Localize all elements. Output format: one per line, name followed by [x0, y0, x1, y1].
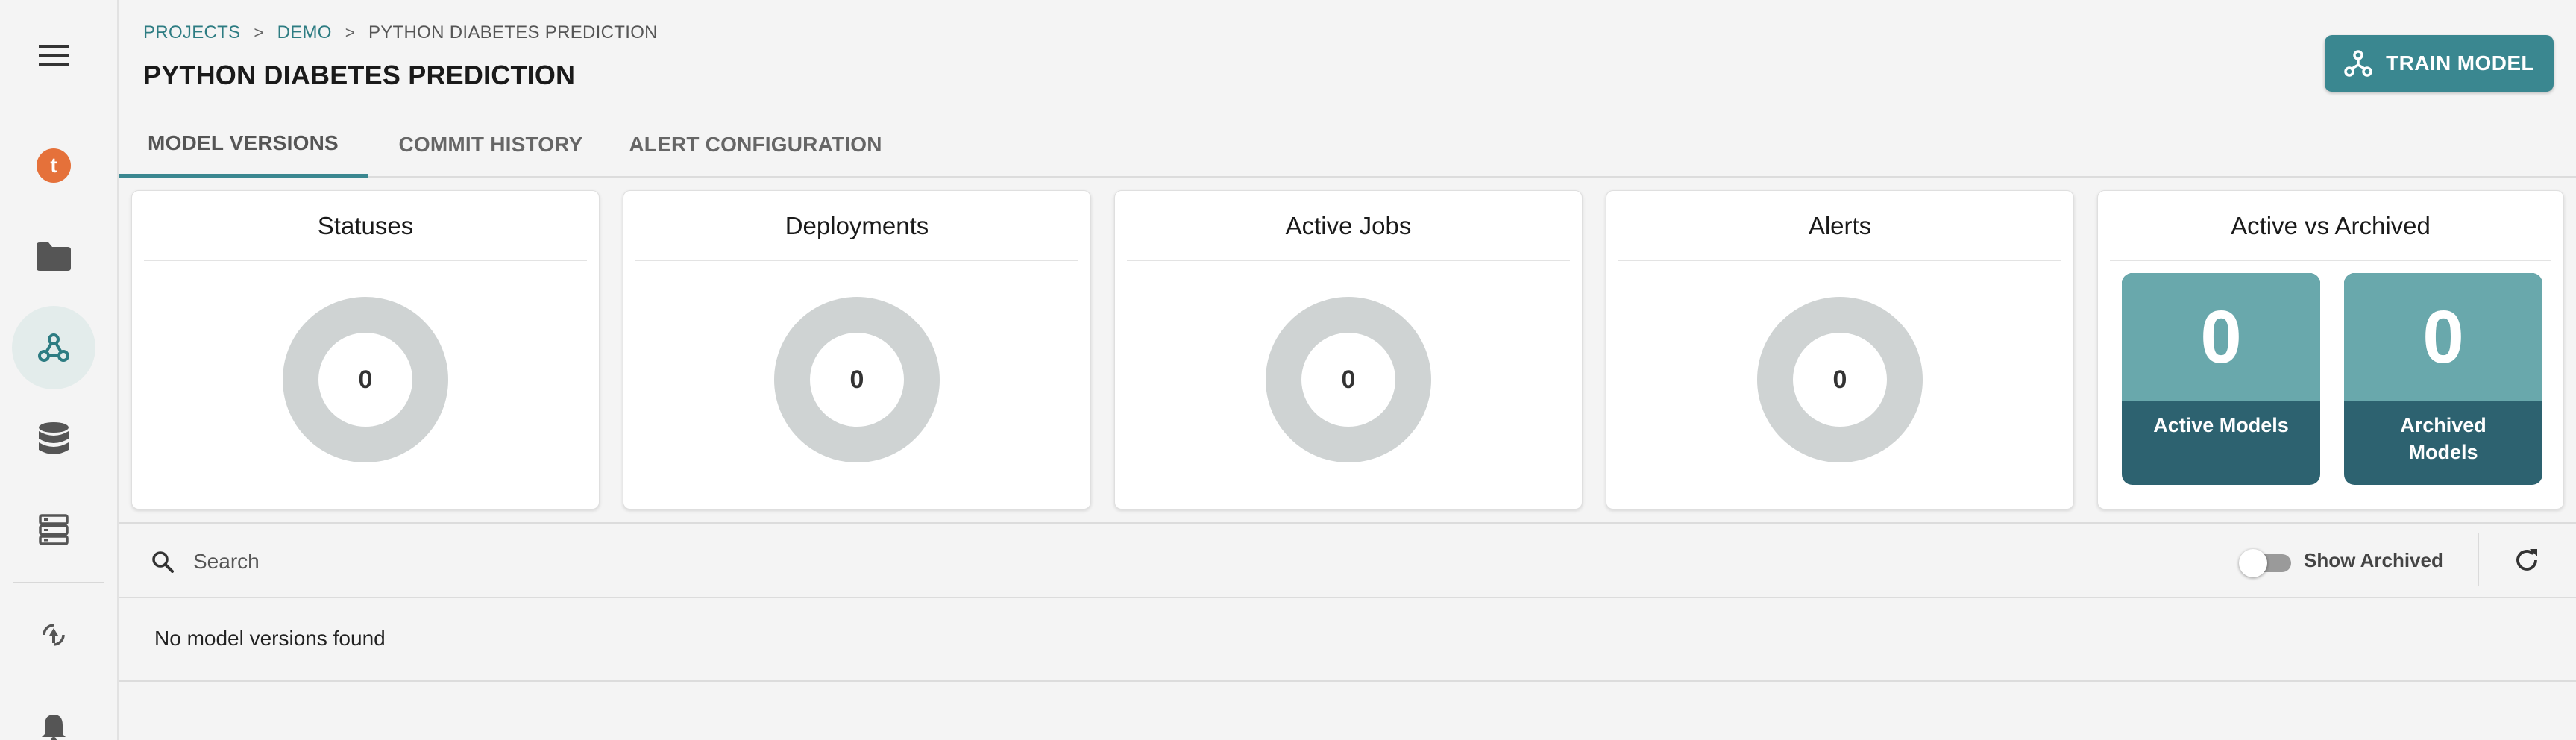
sidebar-item-data[interactable]: [12, 397, 95, 480]
model-graph-icon: [2344, 50, 2372, 77]
svg-text:t: t: [50, 154, 57, 177]
breadcrumb-current: PYTHON DIABETES PREDICTION: [368, 22, 658, 43]
breadcrumb-projects[interactable]: PROJECTS: [143, 22, 240, 43]
active-models-tile: 0 Active Models: [2122, 273, 2320, 485]
card-divider: [1127, 260, 1570, 261]
sidebar-item-alerts[interactable]: [12, 686, 95, 740]
donut-chart: 0: [283, 297, 448, 462]
tab-alert-configuration[interactable]: ALERT CONFIGURATION: [614, 112, 897, 178]
menu-button[interactable]: [12, 13, 95, 97]
app-root: t PROJECTS > DEMO > PYTHON DIABETES PRED…: [0, 0, 2576, 740]
sidebar: t: [0, 0, 119, 740]
bell-icon: [42, 715, 66, 740]
model-versions-list: Show Archived No model versions found: [119, 522, 2576, 740]
search-icon: [152, 551, 174, 573]
toggle-thumb: [2239, 549, 2267, 577]
breadcrumb-separator: >: [345, 23, 355, 42]
models-icon: [38, 333, 69, 362]
card-alerts: Alerts 0: [1606, 190, 2074, 509]
train-model-label: TRAIN MODEL: [2386, 51, 2534, 75]
toolbar: Show Archived: [119, 524, 2576, 598]
card-divider: [635, 260, 1078, 261]
active-models-label: Active Models: [2153, 414, 2289, 436]
sidebar-divider: [13, 582, 104, 583]
archived-models-label: Archived Models: [2400, 414, 2487, 463]
active-models-count: 0: [2122, 273, 2320, 401]
donut-chart: 0: [1757, 297, 1923, 462]
train-model-button[interactable]: TRAIN MODEL: [2325, 35, 2554, 92]
card-divider: [144, 260, 587, 261]
donut-chart: 0: [1266, 297, 1431, 462]
card-active-vs-archived: Active vs Archived 0 Active Models 0 Arc…: [2097, 190, 2564, 509]
server-icon: [39, 514, 69, 545]
sidebar-item-deployments[interactable]: [12, 593, 95, 677]
card-title: Alerts: [1808, 212, 1872, 239]
breadcrumb: PROJECTS > DEMO > PYTHON DIABETES PREDIC…: [143, 22, 658, 43]
breadcrumb-separator: >: [254, 23, 264, 42]
brand-logo-icon: t: [37, 148, 71, 183]
sidebar-item-home[interactable]: t: [12, 124, 95, 207]
folder-icon: [37, 242, 71, 271]
tab-commit-history[interactable]: COMMIT HISTORY: [368, 112, 614, 178]
card-title: Active Jobs: [1285, 212, 1412, 239]
deploy-icon: [43, 624, 65, 646]
sidebar-item-models[interactable]: [12, 306, 95, 389]
refresh-icon[interactable]: [2513, 546, 2541, 574]
card-divider: [1618, 260, 2061, 261]
page-title: PYTHON DIABETES PREDICTION: [143, 60, 576, 90]
card-title: Active vs Archived: [2231, 212, 2431, 239]
show-archived-label: Show Archived: [2304, 549, 2443, 571]
donut-chart: 0: [774, 297, 940, 462]
toolbar-divider: [2478, 533, 2479, 586]
sidebar-item-projects[interactable]: [12, 215, 95, 298]
show-archived-toggle[interactable]: [2239, 548, 2296, 577]
card-statuses: Statuses 0: [131, 190, 600, 509]
breadcrumb-demo[interactable]: DEMO: [277, 22, 332, 43]
search-input[interactable]: [193, 543, 1088, 580]
archived-models-count: 0: [2344, 273, 2542, 401]
database-icon: [39, 422, 69, 454]
menu-icon: [39, 45, 69, 66]
tab-bar: MODEL VERSIONS COMMIT HISTORY ALERT CONF…: [119, 112, 2576, 178]
tab-model-versions[interactable]: MODEL VERSIONS: [119, 112, 368, 178]
card-deployments: Deployments 0: [623, 190, 1091, 509]
list-divider: [119, 680, 2576, 682]
empty-state-message: No model versions found: [154, 627, 386, 650]
sidebar-item-infrastructure[interactable]: [12, 488, 95, 571]
card-active-jobs: Active Jobs 0: [1114, 190, 1583, 509]
card-divider: [2110, 260, 2551, 261]
archived-models-tile: 0 Archived Models: [2344, 273, 2542, 485]
card-title: Statuses: [317, 212, 414, 239]
card-title: Deployments: [785, 212, 929, 239]
